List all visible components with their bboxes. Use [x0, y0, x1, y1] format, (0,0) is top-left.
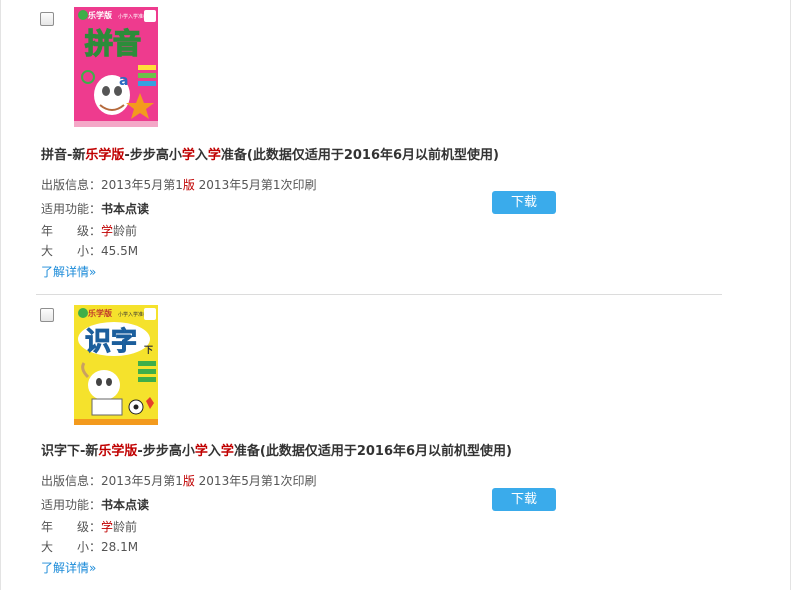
details-link[interactable]: 了解详情» [41, 263, 96, 280]
publish-value: 2013年5月第1 [101, 178, 183, 192]
grade-label: 年 级： [41, 224, 102, 238]
print-value: 2013年5月第1次印刷 [194, 474, 317, 488]
title-segment: 准备(此数据仅适用于2016年6月以前机型使用) [220, 148, 499, 163]
title-segment: 准备(此数据仅适用于2016年6月以前机型使用) [233, 444, 512, 459]
size-info: 大 小：28.1M [41, 538, 138, 555]
title-segment: -步步高小 [124, 148, 182, 163]
title-segment: 入 [194, 148, 208, 163]
title-segment: 拼音-新 [41, 148, 86, 163]
publish-info: 出版信息：2013年5月第1版 2013年5月第1次印刷 [41, 176, 316, 193]
grade-info: 年 级：学龄前 [41, 222, 137, 239]
publish-value: 2013年5月第1 [101, 474, 183, 488]
svg-text:a: a [119, 73, 128, 89]
title-highlight: 学 [220, 444, 234, 459]
title-highlight: 学 [181, 148, 195, 163]
publish-highlight: 版 [182, 178, 195, 192]
function-info: 适用功能：书本点读 [41, 496, 149, 513]
book-cover-image[interactable]: 乐学版 小学入学准备 识字 下 [74, 305, 158, 425]
function-label: 适用功能： [41, 202, 102, 216]
cover-big-title: 识字 [85, 326, 137, 357]
grade-highlight: 学 [101, 224, 114, 238]
title-highlight: 学 [207, 148, 221, 163]
function-info: 适用功能：书本点读 [41, 200, 149, 217]
cover-brand: 乐学版 [88, 308, 112, 318]
cover-art: 乐学版 小学入学准备 识字 下 [74, 305, 158, 425]
grade-info: 年 级：学龄前 [41, 518, 137, 535]
download-button[interactable]: 下载 [492, 191, 556, 214]
function-value: 书本点读 [101, 202, 150, 216]
frame-right-border [790, 0, 791, 590]
publish-info: 出版信息：2013年5月第1版 2013年5月第1次印刷 [41, 472, 316, 489]
title-highlight: 学 [194, 444, 208, 459]
size-value: 45.5M [101, 244, 139, 258]
download-button[interactable]: 下载 [492, 488, 556, 511]
item-divider [36, 294, 722, 295]
select-checkbox[interactable] [40, 308, 54, 322]
title-segment: 入 [207, 444, 221, 459]
book-item: 乐学版 小学入学准备 拼音 a 拼音-新乐学版-步步高小学入学准备(此数据仅适用… [0, 0, 790, 295]
book-title[interactable]: 识字下-新乐学版-步步高小学入学准备(此数据仅适用于2016年6月以前机型使用) [41, 440, 512, 459]
title-segment: 识字下-新 [41, 444, 99, 459]
size-label: 大 小： [41, 540, 102, 554]
cover-subtitle: 小学入学准备 [118, 13, 148, 20]
publish-highlight: 版 [182, 474, 195, 488]
grade-highlight: 学 [101, 520, 114, 534]
cover-brand: 乐学版 [88, 10, 112, 20]
book-item: 乐学版 小学入学准备 识字 下 识字下-新乐学版-步步高小学入学准备(此数据仅适… [0, 296, 790, 590]
details-link[interactable]: 了解详情» [41, 559, 96, 576]
size-info: 大 小：45.5M [41, 242, 138, 259]
cover-big-title: 拼音 [85, 27, 141, 60]
title-segment: -步步高小 [137, 444, 195, 459]
title-highlight: 乐学版 [98, 444, 138, 459]
function-label: 适用功能： [41, 498, 102, 512]
cover-volume: 下 [144, 345, 153, 356]
publish-label: 出版信息： [41, 474, 102, 488]
size-label: 大 小： [41, 244, 102, 258]
function-value: 书本点读 [101, 498, 150, 512]
cover-subtitle: 小学入学准备 [118, 311, 148, 318]
book-cover-image[interactable]: 乐学版 小学入学准备 拼音 a [74, 7, 158, 127]
title-highlight: 乐学版 [85, 148, 125, 163]
grade-value: 龄前 [113, 224, 138, 238]
cover-art: 乐学版 小学入学准备 拼音 a [74, 7, 158, 127]
select-checkbox[interactable] [40, 12, 54, 26]
publish-label: 出版信息： [41, 178, 102, 192]
grade-label: 年 级： [41, 520, 102, 534]
grade-value: 龄前 [113, 520, 138, 534]
print-value: 2013年5月第1次印刷 [194, 178, 317, 192]
book-title[interactable]: 拼音-新乐学版-步步高小学入学准备(此数据仅适用于2016年6月以前机型使用) [41, 144, 499, 163]
size-value: 28.1M [101, 540, 139, 554]
